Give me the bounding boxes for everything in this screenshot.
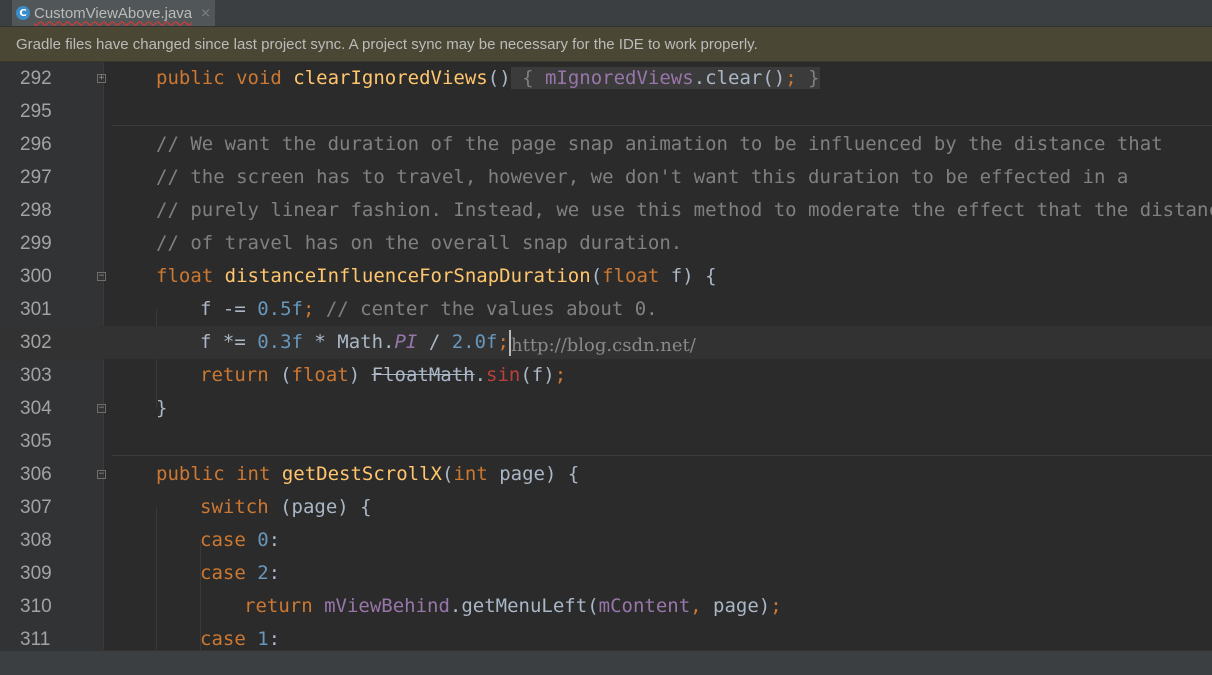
code-text: f -= 0.5f; // center the values about 0.	[200, 298, 658, 320]
java-class-icon: C	[16, 6, 30, 20]
file-tab-label: CustomViewAbove.java	[34, 4, 193, 22]
line-number: 303	[20, 365, 52, 386]
gradle-sync-banner: Gradle files have changed since last pro…	[0, 27, 1212, 62]
code-line: 295	[0, 95, 1212, 128]
line-number: 301	[20, 299, 52, 320]
line-number: 307	[20, 497, 52, 518]
line-number: 295	[20, 101, 52, 122]
code-text: f *= 0.3f * Math.PI / 2.0f;	[200, 326, 511, 359]
code-text: return (float) FloatMath.sin(f);	[200, 364, 567, 386]
code-text: case 2:	[200, 562, 281, 584]
fold-collapse-icon[interactable]: −	[97, 470, 106, 479]
code-text: switch (page) {	[200, 496, 372, 518]
code-line: 306 − public int getDestScrollX(int page…	[0, 458, 1212, 491]
line-number: 309	[20, 563, 52, 584]
code-line: 299 // of travel has on the overall snap…	[0, 227, 1212, 260]
code-line: 303 return (float) FloatMath.sin(f);	[0, 359, 1212, 392]
code-text: public int getDestScrollX(int page) {	[156, 463, 580, 485]
code-text: }	[156, 397, 168, 419]
gradle-sync-message: Gradle files have changed since last pro…	[16, 35, 758, 53]
line-number: 296	[20, 134, 52, 155]
line-number: 299	[20, 233, 52, 254]
fold-end-icon[interactable]: −	[97, 404, 106, 413]
fold-collapse-icon[interactable]: −	[97, 272, 106, 281]
code-text: return mViewBehind.getMenuLeft(mContent,…	[244, 595, 782, 617]
line-number: 300	[20, 266, 52, 287]
line-number: 310	[20, 596, 52, 617]
code-line: 296 // We want the duration of the page …	[0, 128, 1212, 161]
line-number: 311	[20, 629, 51, 650]
code-line: 304 − }	[0, 392, 1212, 425]
code-line: 305	[0, 425, 1212, 458]
line-number: 305	[20, 431, 52, 452]
code-text: case 0:	[200, 529, 281, 551]
code-line: 300 − float distanceInfluenceForSnapDura…	[0, 260, 1212, 293]
code-line: 309 case 2:	[0, 557, 1212, 590]
line-number: 304	[20, 398, 52, 419]
fold-expand-icon[interactable]: +	[97, 74, 106, 83]
code-line: 308 case 0:	[0, 524, 1212, 557]
file-tab[interactable]: C CustomViewAbove.java ×	[12, 0, 216, 26]
editor-tab-bar: C CustomViewAbove.java ×	[0, 0, 1212, 27]
code-line: 307 switch (page) {	[0, 491, 1212, 524]
watermark: http://blog.csdn.net/	[511, 335, 696, 356]
line-number: 306	[20, 464, 52, 485]
code-text: float distanceInfluenceForSnapDuration(f…	[156, 265, 717, 287]
code-line: 292 + public void clearIgnoredViews() { …	[0, 62, 1212, 95]
code-comment: // the screen has to travel, however, we…	[156, 166, 1129, 188]
code-comment: // purely linear fashion. Instead, we us…	[156, 199, 1212, 221]
code-editor[interactable]: 292 + public void clearIgnoredViews() { …	[0, 62, 1212, 650]
code-comment: // We want the duration of the page snap…	[156, 133, 1163, 155]
line-number: 308	[20, 530, 52, 551]
code-line: 298 // purely linear fashion. Instead, w…	[0, 194, 1212, 227]
code-text: public void clearIgnoredViews() { mIgnor…	[156, 67, 820, 89]
code-text: case 1:	[200, 628, 281, 650]
code-line: 301 f -= 0.5f; // center the values abou…	[0, 293, 1212, 326]
line-number: 297	[20, 167, 52, 188]
line-number: 302	[20, 332, 52, 353]
line-number: 292	[20, 68, 52, 89]
code-line: 311 case 1:	[0, 623, 1212, 650]
close-tab-icon[interactable]: ×	[200, 6, 211, 21]
line-number: 298	[20, 200, 52, 221]
status-bar	[0, 650, 1212, 675]
code-line: 310 return mViewBehind.getMenuLeft(mCont…	[0, 590, 1212, 623]
code-comment: // of travel has on the overall snap dur…	[156, 232, 683, 254]
code-line: 297 // the screen has to travel, however…	[0, 161, 1212, 194]
